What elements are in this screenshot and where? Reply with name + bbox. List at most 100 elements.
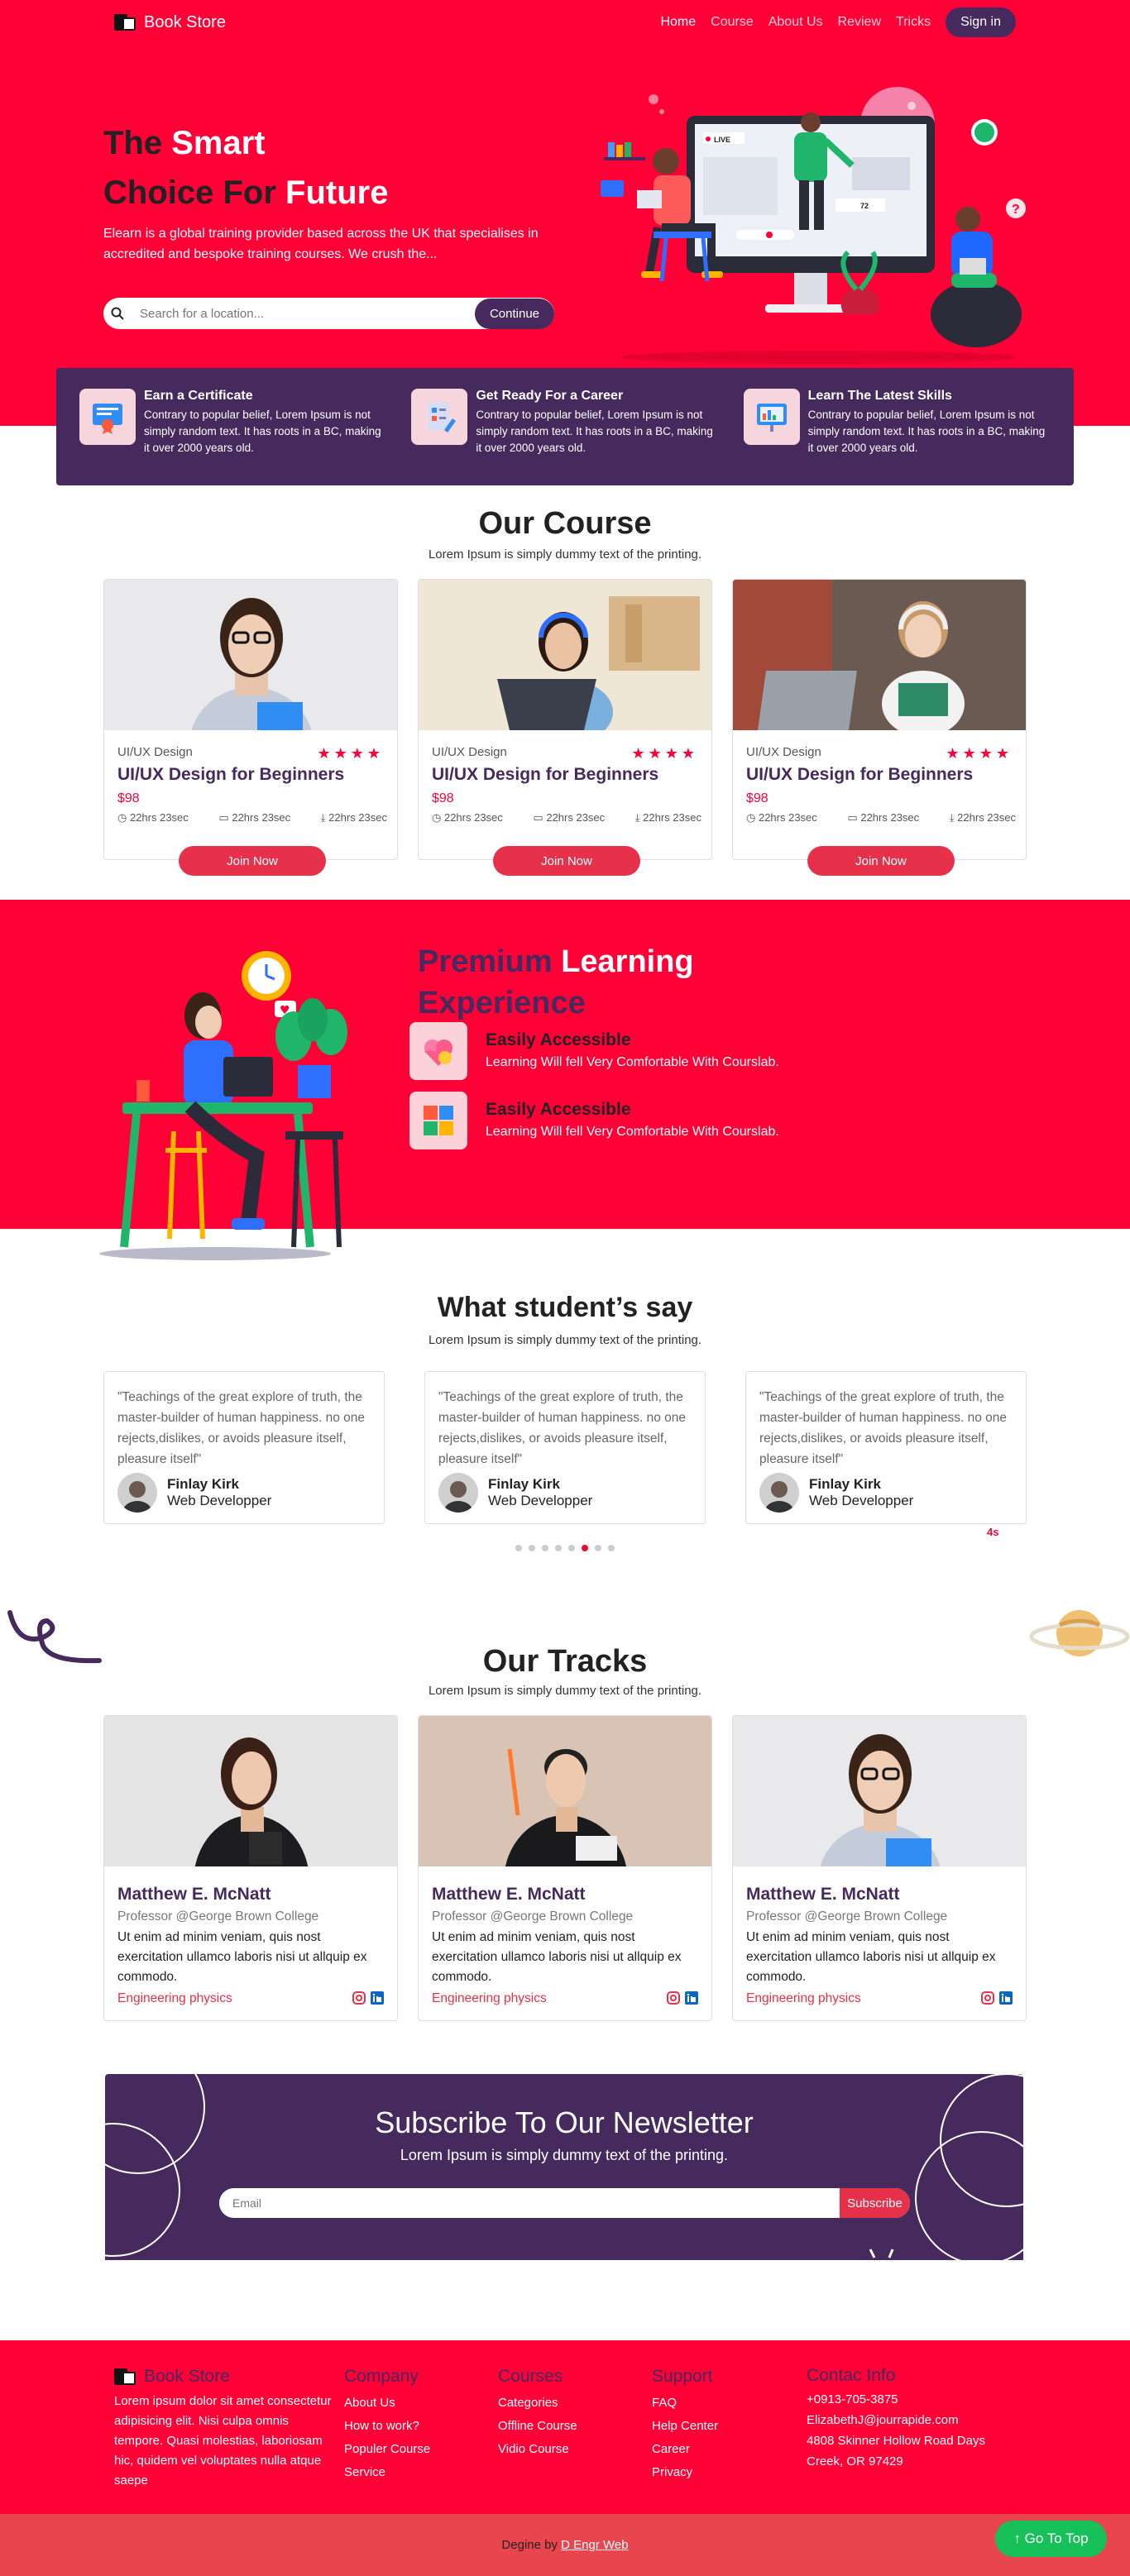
carousel-timer: 4s [987,1526,999,1538]
instructor-org: Professor @George Brown College [117,1909,319,1924]
social-links [981,1991,1013,2005]
instagram-icon[interactable] [667,1991,680,2005]
newsletter-circles [105,2074,1023,2260]
author-link[interactable]: D Engr Web [561,2538,628,2552]
testimonial-quote: "Teachings of the great explore of truth… [117,1390,365,1466]
instructor-name[interactable]: Matthew E. McNatt [432,1885,586,1905]
search-icon [103,307,132,320]
linkedin-icon[interactable] [685,1991,698,2005]
join-now-button[interactable]: Join Now [493,846,640,876]
carousel-dot[interactable] [595,1545,601,1551]
join-now-button[interactable]: Join Now [179,846,326,876]
instructor-name[interactable]: Matthew E. McNatt [746,1885,900,1905]
search-bar: Continue [103,298,554,329]
carousel-dot[interactable] [542,1545,548,1551]
carousel-dot[interactable] [515,1545,522,1551]
footer-link[interactable]: Help Center [652,2415,718,2438]
instagram-icon[interactable] [981,1991,994,2005]
testimonial-quote: "Teachings of the great explore of truth… [759,1390,1007,1466]
instagram-icon[interactable] [352,1991,366,2005]
feature-title: Get Ready For a Career [476,389,624,403]
download-icon: ⤓ [634,811,640,824]
subscribe-button[interactable]: Subscribe [840,2188,910,2218]
testimonial-author: Finlay Kirk Web Developper [438,1473,692,1513]
footer-heading: Support [652,2367,713,2386]
course-title[interactable]: UI/UX Design for Beginners [746,765,973,785]
testimonials-subtitle: Lorem Ipsum is simply dummy text of the … [428,1333,702,1347]
contact-phone[interactable]: +0913-705-3875 [807,2389,985,2410]
features-bar: Earn a Certificate Contrary to popular b… [56,368,1074,485]
testimonial-card: "Teachings of the great explore of truth… [103,1371,385,1524]
premium-item-text: Learning Will fell Very Comfortable With… [486,1055,779,1069]
copyright-bar: Degine by D Engr Web [0,2514,1130,2576]
clock-icon: ◷ [432,811,442,824]
footer-link[interactable]: Career [652,2438,718,2461]
meta-download: ⤓ 22hrs 23sec [634,811,701,824]
hearts-icon [409,1022,467,1080]
course-photo [733,580,1026,730]
feature-text: Contrary to popular belief, Lorem Ipsum … [144,409,381,454]
continue-button[interactable]: Continue [474,298,554,329]
avatar [117,1473,157,1513]
track-card: Matthew E. McNatt Professor @George Brow… [418,1715,712,2021]
footer-link[interactable]: Privacy [652,2461,718,2484]
nav-tricks[interactable]: Tricks [896,15,931,30]
course-title[interactable]: UI/UX Design for Beginners [117,765,344,785]
linkedin-icon[interactable] [999,1991,1013,2005]
footer-link[interactable]: Categories [498,2392,577,2415]
footer-link[interactable]: FAQ [652,2392,718,2415]
footer-link[interactable]: Populer Course [344,2438,430,2461]
copyright-prefix: Degine by [501,2538,558,2552]
premium-item-title: Easily Accessible [486,1030,631,1049]
signin-button[interactable]: Sign in [946,7,1016,37]
hero-section: The Smart Choice For Future Elearn is a … [0,0,1130,426]
footer-link[interactable]: Offline Course [498,2415,577,2438]
footer-link[interactable]: About Us [344,2392,430,2415]
join-now-button[interactable]: Join Now [807,846,955,876]
search-input[interactable] [132,306,475,321]
tracks-subtitle: Lorem Ipsum is simply dummy text of the … [428,1684,702,1698]
author-name: Finlay Kirk [809,1476,881,1492]
carousel-dot[interactable] [608,1545,615,1551]
courses-subtitle: Lorem Ipsum is simply dummy text of the … [428,547,702,562]
star-rating: ★★★★ [946,745,1013,762]
puzzle-icon [409,1092,467,1149]
book-icon [114,2367,137,2387]
track-photo [104,1716,397,1866]
email-field[interactable] [219,2188,840,2218]
footer-brand: Book Store [114,2365,333,2388]
footer-heading: Courses [498,2367,563,2386]
footer-link[interactable]: Vidio Course [498,2438,577,2461]
carousel-dot[interactable] [568,1545,575,1551]
carousel-dot[interactable] [555,1545,562,1551]
instructor-name[interactable]: Matthew E. McNatt [117,1885,271,1905]
contact-email[interactable]: ElizabethJ@jourrapide.com [807,2410,985,2430]
instructor-bio: Ut enim ad minim veniam, quis nost exerc… [746,1930,996,1984]
download-icon: ⤓ [949,811,955,824]
nav-about[interactable]: About Us [768,15,823,30]
nav-course[interactable]: Course [711,15,754,30]
premium-title: Premium Learning Experience [418,944,694,1020]
course-meta: ◷ 22hrs 23sec ▭ 22hrs 23sec ⤓ 22hrs 23se… [746,811,1016,824]
linkedin-icon[interactable] [371,1991,384,2005]
carousel-dot[interactable] [582,1545,588,1551]
nav-home[interactable]: Home [660,15,696,30]
brand-logo[interactable]: Book Store [114,12,226,32]
footer-link[interactable]: Service [344,2461,430,2484]
go-to-top-button[interactable]: ↑ Go To Top [995,2521,1107,2557]
carousel-dot[interactable] [529,1545,535,1551]
meta-video: ▭ 22hrs 23sec [218,811,291,824]
hero-description: Elearn is a global training provider bas… [103,227,539,261]
footer-link[interactable]: How to work? [344,2415,430,2438]
course-title[interactable]: UI/UX Design for Beginners [432,765,658,785]
course-photo [419,580,711,730]
instructor-dept: Engineering physics [432,1991,547,2005]
social-links [667,1991,698,2005]
book-icon [114,12,137,32]
nav-review[interactable]: Review [838,15,881,30]
meta-download: ⤓ 22hrs 23sec [320,811,387,824]
social-links [352,1991,384,2005]
avatar [438,1473,478,1513]
feature-title: Learn The Latest Skills [807,389,952,403]
newsletter-subtitle: Lorem Ipsum is simply dummy text of the … [400,2147,729,2163]
